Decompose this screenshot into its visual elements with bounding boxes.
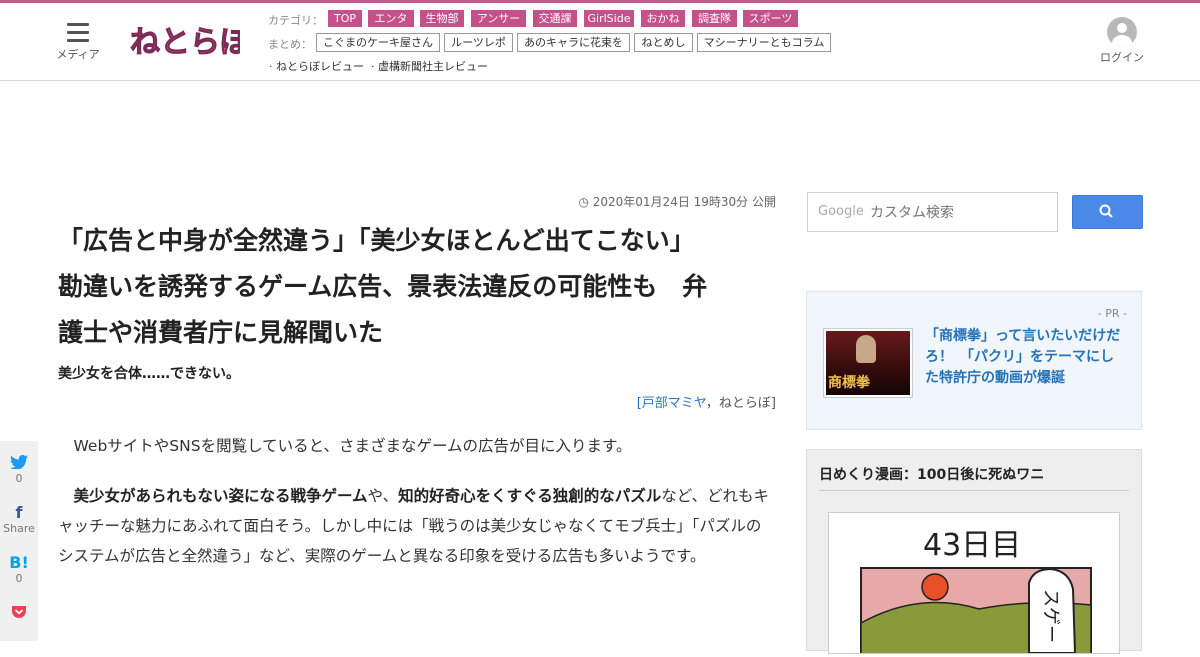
- category-okane[interactable]: おかね: [641, 10, 685, 27]
- twitter-icon: [10, 455, 28, 470]
- category-sports[interactable]: スポーツ: [743, 10, 798, 27]
- manga-panel-image: 43日目 スゲー: [860, 528, 1092, 657]
- summary-hanataba[interactable]: あのキャラに花束を: [517, 33, 630, 52]
- hamburger-icon: [67, 23, 89, 42]
- pr-thumbnail-text: 商標拳: [828, 375, 870, 391]
- facebook-share-button[interactable]: f Share: [0, 503, 38, 535]
- article-title: 「広告と中身が全然違う」「美少女ほとんど出てこない」 勘違いを誘発するゲーム広告…: [58, 218, 778, 356]
- facebook-icon: f: [15, 503, 23, 522]
- pr-tag: - PR -: [1097, 307, 1127, 320]
- hatena-count: 0: [15, 572, 23, 585]
- facebook-label: Share: [3, 522, 35, 535]
- category-answer[interactable]: アンサー: [471, 10, 526, 27]
- twitter-share-button[interactable]: 0: [0, 455, 38, 485]
- login-label: ログイン: [1100, 51, 1144, 64]
- share-bar: 0 f Share B! 0: [0, 441, 38, 641]
- category-top[interactable]: TOP: [328, 10, 362, 27]
- summary-machinery[interactable]: マシーナリーともコラム: [697, 33, 831, 52]
- p2-bold-2: 知的好奇心をくすぐる独創的なパズル: [398, 487, 662, 505]
- media-menu-button[interactable]: メディア: [56, 21, 100, 62]
- manga-thumbnail[interactable]: 43日目 スゲー: [828, 512, 1120, 657]
- svg-text:ねとらぼ: ねとらぼ: [130, 25, 240, 60]
- outlet-name: ねとらぼ: [718, 396, 771, 411]
- hatena-bookmark-button[interactable]: B! 0: [0, 553, 38, 585]
- p2-mid: や、: [367, 487, 399, 505]
- google-brand: Google: [818, 204, 864, 219]
- pr-thumbnail[interactable]: 商標拳: [823, 328, 913, 398]
- site-header: メディア ねとらぼ カテゴリ： TOP エンタ 生物部 アンサー 交通課 Gir…: [0, 3, 1200, 81]
- pr-thumbnail-image: 商標拳: [826, 331, 910, 395]
- category-seibutsubu[interactable]: 生物部: [420, 10, 464, 27]
- svg-text:43日目: 43日目: [923, 528, 1021, 563]
- category-label: カテゴリ：: [268, 14, 323, 27]
- summary-label: まとめ：: [268, 38, 312, 51]
- custom-search-box: Google: [807, 192, 1058, 232]
- summary-rootsrepo[interactable]: ルーツレポ: [444, 33, 513, 52]
- title-line-3: 護士や消費者庁に見解聞いた: [58, 318, 384, 347]
- article-subtitle: 美少女を合体……できない。: [58, 366, 240, 382]
- publish-date-text: 2020年01月24日 19時30分 公開: [592, 195, 776, 209]
- search-icon: [1099, 204, 1113, 218]
- logo-icon: ねとらぼ: [130, 25, 252, 61]
- category-enta[interactable]: エンタ: [368, 10, 414, 27]
- twitter-count: 0: [15, 472, 23, 485]
- summary-kogumanokeki[interactable]: こぐまのケーキ屋さん: [316, 33, 440, 52]
- pr-link[interactable]: 「商標拳」って言いたいだけだろ！ 「パクリ」をテーマにした特許庁の動画が爆誕: [925, 326, 1125, 389]
- article-paragraph-2: 美少女があられもない姿になる戦争ゲームや、知的好奇心をくすぐる独創的なパズルなど…: [58, 481, 776, 571]
- media-menu-label: メディア: [56, 48, 100, 61]
- byline-separator: ，: [705, 396, 719, 411]
- article-byline: [戸部マミヤ，ねとらぼ]: [637, 392, 776, 411]
- hatena-icon: B!: [9, 553, 29, 572]
- category-girlside[interactable]: GirlSide: [584, 10, 634, 27]
- category-chousatai[interactable]: 調査隊: [692, 10, 737, 27]
- p2-bold-1: 美少女があられもない姿になる戦争ゲーム: [73, 487, 368, 505]
- manga-widget: 日めくり漫画：100日後に死ぬワニ 43日目 スゲー: [806, 449, 1142, 657]
- search-input[interactable]: [868, 201, 1052, 225]
- site-logo[interactable]: ねとらぼ: [128, 18, 252, 66]
- pocket-icon: [12, 606, 26, 618]
- author-link[interactable]: 戸部マミヤ: [642, 396, 706, 411]
- article-paragraph-1: WebサイトやSNSを閲覧していると、さまざまなゲームの広告が目に入ります。: [73, 437, 632, 455]
- manga-title[interactable]: 日めくり漫画：100日後に死ぬワニ: [819, 464, 1044, 484]
- byline-close: ]: [770, 396, 776, 411]
- pr-widget: - PR - 商標拳 「商標拳」って言いたいだけだろ！ 「パクリ」をテーマにした…: [806, 291, 1142, 430]
- category-koutsuka[interactable]: 交通課: [533, 10, 577, 27]
- review-link-netorabo[interactable]: · ねとらぼレビュー: [269, 58, 364, 74]
- svg-text:スゲー: スゲー: [1040, 589, 1061, 643]
- user-avatar-icon: [1107, 17, 1137, 47]
- login-button[interactable]: ログイン: [1100, 17, 1144, 65]
- summary-netomeshi[interactable]: ねとめし: [634, 33, 693, 52]
- manga-divider: [819, 490, 1129, 491]
- review-link-kyokou[interactable]: · 虚構新聞社主レビュー: [371, 58, 488, 74]
- pocket-button[interactable]: [0, 605, 38, 622]
- title-line-2: 勘違いを誘発するゲーム広告、景表法違反の可能性も 弁: [58, 272, 708, 301]
- search-button[interactable]: [1072, 195, 1143, 229]
- title-line-1: 「広告と中身が全然違う」「美少女ほとんど出てこない」: [58, 226, 695, 255]
- clock-icon: ◷: [578, 195, 589, 209]
- publish-date: ◷ 2020年01月24日 19時30分 公開: [578, 193, 776, 210]
